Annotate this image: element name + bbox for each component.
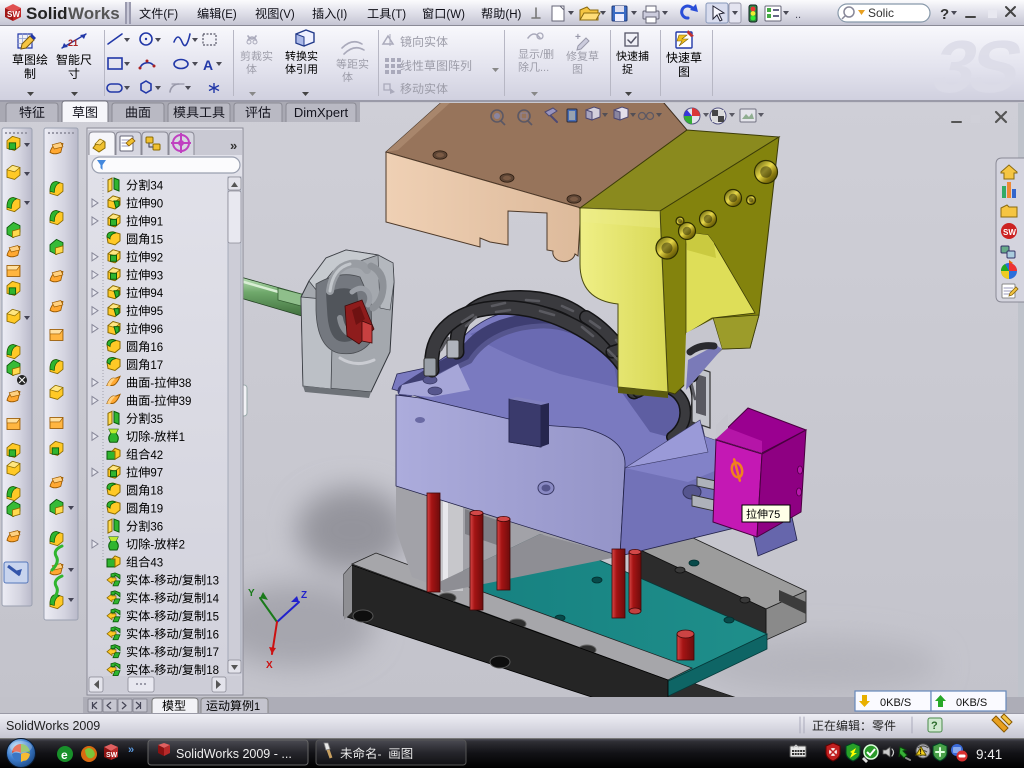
svg-text:0KB/S: 0KB/S: [956, 697, 987, 709]
svg-text:(F): (F): [163, 9, 178, 21]
svg-text:16: 16: [206, 629, 219, 641]
svg-text:17: 17: [150, 360, 163, 372]
svg-text:9:41: 9:41: [976, 747, 1002, 762]
svg-text:14: 14: [206, 593, 219, 605]
svg-text:SolidWorks 2009 - ...: SolidWorks 2009 - ...: [176, 747, 292, 761]
svg-text:(I): (I): [336, 9, 347, 21]
svg-text:(T): (T): [391, 9, 406, 21]
svg-text:-: -: [150, 665, 154, 677]
svg-text:-: -: [150, 540, 154, 552]
svg-text:35: 35: [150, 414, 163, 426]
svg-text:94: 94: [150, 288, 163, 300]
svg-text:-: -: [150, 396, 154, 408]
svg-text:Y: Y: [248, 588, 255, 599]
svg-text:SW: SW: [1003, 228, 1016, 237]
svg-text:(W): (W): [446, 9, 465, 21]
svg-text:17: 17: [206, 647, 219, 659]
svg-text:18: 18: [150, 486, 163, 498]
svg-text:+: +: [575, 32, 581, 43]
svg-text:97: 97: [150, 468, 163, 480]
svg-text:75: 75: [768, 509, 780, 521]
svg-text:-: -: [150, 629, 154, 641]
svg-text:Z: Z: [301, 590, 307, 601]
svg-text:91: 91: [150, 216, 163, 228]
svg-text:A: A: [203, 57, 213, 73]
svg-text:43: 43: [150, 557, 163, 569]
svg-text:16: 16: [150, 342, 163, 354]
svg-text:-: -: [378, 747, 382, 761]
svg-text:SW: SW: [7, 10, 20, 19]
svg-text:15: 15: [206, 611, 219, 623]
svg-text:38: 38: [179, 378, 192, 390]
svg-text:...: ...: [540, 62, 549, 74]
svg-text:Solid: Solid: [26, 4, 68, 23]
svg-text:Solic: Solic: [868, 6, 894, 20]
svg-text:»: »: [230, 138, 237, 153]
svg-text:15: 15: [150, 234, 163, 246]
svg-text:SW: SW: [106, 752, 118, 759]
svg-text:42: 42: [150, 450, 163, 462]
svg-text:SolidWorks 2009: SolidWorks 2009: [6, 719, 100, 733]
svg-text:-: -: [150, 432, 154, 444]
svg-text:(V): (V): [279, 9, 295, 21]
svg-text:36: 36: [150, 522, 163, 534]
svg-text:-: -: [150, 611, 154, 623]
svg-text:»: »: [128, 744, 134, 756]
svg-text:..: ..: [795, 9, 801, 21]
svg-text:34: 34: [150, 181, 163, 193]
svg-text:96: 96: [150, 324, 163, 336]
svg-text:19: 19: [150, 504, 163, 516]
svg-text:13: 13: [206, 575, 219, 587]
svg-text:1: 1: [254, 701, 260, 713]
svg-text:-: -: [150, 575, 154, 587]
svg-text:1: 1: [179, 432, 185, 444]
svg-text:-: -: [150, 593, 154, 605]
svg-text:(H): (H): [505, 9, 521, 21]
svg-text:18: 18: [206, 665, 219, 677]
svg-text:：: ：: [860, 719, 872, 733]
svg-text:21: 21: [68, 38, 78, 48]
svg-text:e: e: [61, 748, 68, 762]
svg-text:?: ?: [940, 6, 949, 23]
svg-text:-: -: [150, 378, 154, 390]
svg-text:90: 90: [150, 198, 163, 210]
svg-text:Works: Works: [68, 4, 120, 23]
svg-text:39: 39: [179, 396, 192, 408]
svg-text:DimXpert: DimXpert: [294, 105, 349, 120]
svg-text:92: 92: [150, 252, 163, 264]
svg-text:0KB/S: 0KB/S: [880, 697, 911, 709]
svg-text:95: 95: [150, 306, 163, 318]
svg-text:2: 2: [179, 540, 185, 552]
svg-text:?: ?: [931, 720, 938, 732]
svg-text:X: X: [266, 660, 273, 671]
svg-text:!: !: [920, 749, 922, 756]
svg-text:(E): (E): [221, 9, 237, 21]
svg-text:-: -: [150, 647, 154, 659]
svg-text:93: 93: [150, 270, 163, 282]
